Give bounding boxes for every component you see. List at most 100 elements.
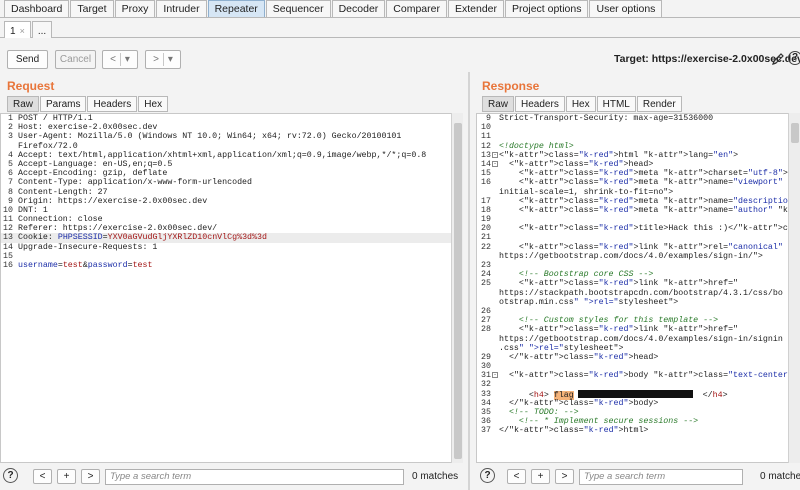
line-number: 21 xyxy=(481,233,491,243)
response-line: 12 <!doctype html> xyxy=(477,142,799,151)
tab-project-options[interactable]: Project options xyxy=(505,0,589,17)
fold-toggle-icon[interactable]: - xyxy=(492,372,498,379)
line-text: <!-- Custom styles for this template --> xyxy=(499,316,719,326)
line-number: 34 xyxy=(481,398,491,408)
response-tab-hex[interactable]: Hex xyxy=(565,96,596,112)
chevron-down-icon[interactable]: ▾ xyxy=(125,51,130,68)
line-number: 16 xyxy=(481,178,491,188)
search-options-button[interactable]: + xyxy=(57,469,76,484)
line-text: Content-Type: application/x-www-form-url… xyxy=(18,178,253,188)
response-line: 23 xyxy=(477,261,799,270)
help-icon[interactable]: ? xyxy=(480,468,495,483)
line-number: 30 xyxy=(481,362,491,372)
request-scrollbar[interactable] xyxy=(451,113,463,463)
tab-dashboard[interactable]: Dashboard xyxy=(4,0,70,17)
response-line: 37 </"k-attr">class="k-red">html> xyxy=(477,426,799,435)
scroll-thumb[interactable] xyxy=(454,123,462,459)
search-next-button[interactable]: > xyxy=(81,469,100,484)
line-number: 32 xyxy=(481,380,491,390)
response-editor[interactable]: 9 Strict-Transport-Security: max-age=3153… xyxy=(476,113,800,463)
search-prev-button[interactable]: < xyxy=(507,469,526,484)
line-text: </"k-attr">class="k-red">html> xyxy=(499,426,649,436)
line-text: Accept-Language: en-US,en;q=0.5 xyxy=(18,159,173,169)
response-line: 24 <!-- Bootstrap core CSS --> xyxy=(477,270,799,279)
request-tab-raw[interactable]: Raw xyxy=(7,96,40,112)
search-input[interactable]: Type a search term xyxy=(579,469,743,485)
response-line: 21 xyxy=(477,233,799,242)
fold-toggle-icon[interactable]: - xyxy=(492,151,498,158)
response-line: 27 <!-- Custom styles for this template … xyxy=(477,316,799,325)
panel-splitter[interactable] xyxy=(468,72,470,490)
line-number: 18 xyxy=(481,205,491,215)
line-number: 29 xyxy=(481,352,491,362)
line-text: https://stackpath.bootstrapcdn.com/boots… xyxy=(499,288,783,298)
request-view-tabs: Raw Params Headers Hex xyxy=(7,96,169,113)
request-tab-hex[interactable]: Hex xyxy=(138,96,169,112)
repeater-tab-1[interactable]: 1 × xyxy=(4,21,31,38)
response-tab-render[interactable]: Render xyxy=(636,96,682,112)
request-line: 6 Accept-Encoding: gzip, deflate xyxy=(1,169,461,178)
search-prev-button[interactable]: < xyxy=(33,469,52,484)
tab-comparer[interactable]: Comparer xyxy=(386,0,447,17)
response-tab-headers[interactable]: Headers xyxy=(515,96,565,112)
line-text: <"k-attr">class="k-red">link "k-attr">re… xyxy=(499,242,799,252)
tab-sequencer[interactable]: Sequencer xyxy=(265,0,331,17)
forward-button[interactable]: > ▾ xyxy=(145,50,181,69)
request-line: 11 Connection: close xyxy=(1,215,461,224)
line-text: .css" ">rel="stylesheet"> xyxy=(499,343,624,353)
response-line: 28 <"k-attr">class="k-red">link "k-attr"… xyxy=(477,325,799,334)
request-tab-headers[interactable]: Headers xyxy=(87,96,138,112)
tab-repeater[interactable]: Repeater xyxy=(207,0,265,17)
line-text: <"k-attr">class="k-red">meta "k-attr">na… xyxy=(499,178,799,188)
response-line: 26 xyxy=(477,307,799,316)
request-tab-params[interactable]: Params xyxy=(40,96,87,112)
send-button[interactable]: Send xyxy=(7,50,48,69)
response-tab-raw[interactable]: Raw xyxy=(482,96,515,112)
tab-proxy[interactable]: Proxy xyxy=(114,0,156,17)
back-button[interactable]: < ▾ xyxy=(102,50,138,69)
fold-toggle-icon[interactable]: - xyxy=(492,160,498,167)
request-line: 1 POST / HTTP/1.1 xyxy=(1,114,461,123)
response-line: 31- <"k-attr">class="k-red">body "k-attr… xyxy=(477,371,799,380)
tab-extender[interactable]: Extender xyxy=(447,0,505,17)
top-tab-bar: Dashboard Target Proxy Intruder Repeater Sequ… xyxy=(0,0,800,18)
tab-intruder[interactable]: Intruder xyxy=(156,0,207,17)
request-editor[interactable]: 1 POST / HTTP/1.1 2 Host: exercise-2.0x00se… xyxy=(0,113,462,463)
line-number: 13 xyxy=(481,150,491,160)
search-options-button[interactable]: + xyxy=(531,469,550,484)
line-number: 15 xyxy=(3,251,13,261)
line-text: <!-- * Implement secure sessions --> xyxy=(499,417,699,427)
new-repeater-tab[interactable]: ... xyxy=(31,21,53,38)
cancel-button[interactable]: Cancel xyxy=(55,50,96,69)
line-number: 20 xyxy=(481,224,491,234)
line-text: DNT: 1 xyxy=(18,205,48,215)
response-line: 34 </"k-attr">class="k-red">body> xyxy=(477,399,799,408)
request-line: 13 Cookie: PHPSESSID=YXV0aGVudGljYXRlZD10… xyxy=(1,233,461,243)
line-text: <"k-attr">class="k-red">meta "k-attr">ch… xyxy=(499,169,788,179)
request-line: 15 xyxy=(1,252,461,261)
response-line: 30 xyxy=(477,362,799,371)
response-line: 16 <"k-attr">class="k-red">meta "k-attr"… xyxy=(477,178,799,187)
tab-target[interactable]: Target xyxy=(70,0,114,17)
response-scrollbar[interactable] xyxy=(788,113,800,463)
close-icon[interactable]: × xyxy=(20,26,25,36)
response-tab-html[interactable]: HTML xyxy=(596,96,636,112)
line-text: Accept-Encoding: gzip, deflate xyxy=(18,169,168,179)
line-text: https://getbootstrap.com/docs/4.0/exampl… xyxy=(499,251,763,261)
tab-decoder[interactable]: Decoder xyxy=(331,0,386,17)
search-next-button[interactable]: > xyxy=(555,469,574,484)
search-input[interactable]: Type a search term xyxy=(105,469,404,485)
tab-user-options[interactable]: User options xyxy=(589,0,663,17)
scroll-thumb[interactable] xyxy=(791,123,799,143)
line-text: <"k-attr">class="k-red">head> xyxy=(499,159,654,169)
chevron-down-icon[interactable]: ▾ xyxy=(168,51,173,68)
pencil-icon[interactable] xyxy=(771,52,785,66)
line-number: 24 xyxy=(481,270,491,280)
help-icon[interactable]: ? xyxy=(788,51,800,65)
response-line: otstrap.min.css" ">rel="stylesheet"> xyxy=(477,298,799,307)
line-text: </"k-attr">class="k-red">body> xyxy=(499,398,659,408)
request-line: 4 Accept: text/html,application/xhtml+xml… xyxy=(1,151,461,160)
line-number: 7 xyxy=(8,178,13,188)
line-text: <!-- Bootstrap core CSS --> xyxy=(499,270,654,280)
help-icon[interactable]: ? xyxy=(3,468,18,483)
